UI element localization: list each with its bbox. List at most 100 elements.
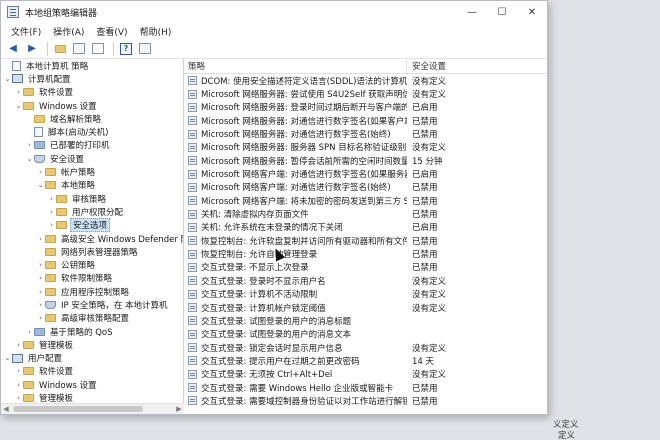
view-icon[interactable]: [137, 41, 153, 57]
tree-item[interactable]: › 软件设置: [1, 86, 183, 99]
table-row[interactable]: 交互式登录: 计算机不活动限制 没有定义: [184, 288, 547, 301]
table-row[interactable]: 交互式登录: 提示用户在过期之前更改密码 14 天: [184, 354, 547, 367]
column-header-policy[interactable]: 策略: [184, 60, 407, 72]
tree-item[interactable]: ⌄ 用户配置: [1, 352, 183, 365]
chevron-down-icon[interactable]: ⌄: [3, 354, 12, 362]
scroll-right-icon[interactable]: ▶: [174, 404, 184, 414]
menu-help[interactable]: 帮助(H): [134, 25, 178, 38]
chevron-right-icon[interactable]: ›: [14, 367, 23, 375]
tree-item[interactable]: › 高级安全 Windows Defender 防: [1, 232, 183, 245]
chevron-right-icon[interactable]: ›: [36, 314, 45, 322]
scrollbar-thumb[interactable]: [13, 406, 143, 412]
chevron-down-icon[interactable]: ⌄: [3, 75, 12, 83]
column-header-setting[interactable]: 安全设置: [407, 60, 547, 72]
minimize-button[interactable]: —: [457, 1, 487, 23]
tree-item[interactable]: › 已部署的打印机: [1, 139, 183, 152]
policy-name: 交互式登录: 登录时不显示用户名: [201, 276, 326, 287]
tree-horizontal-scrollbar[interactable]: ◀ ▶: [1, 403, 184, 414]
chevron-right-icon[interactable]: ›: [36, 261, 45, 269]
chevron-down-icon[interactable]: ⌄: [14, 102, 23, 110]
chevron-right-icon[interactable]: ›: [36, 274, 45, 282]
table-row[interactable]: 交互式登录: 试图登录的用户的消息文本: [184, 328, 547, 341]
forward-arrow-icon[interactable]: ▶: [24, 41, 40, 57]
table-row[interactable]: Microsoft 网络服务器: 服务器 SPN 目标名称验证级别 没有定义: [184, 141, 547, 154]
table-row[interactable]: 交互式登录: 计算机帐户锁定阈值 没有定义: [184, 301, 547, 314]
tree-item[interactable]: › 软件设置: [1, 365, 183, 378]
tree-item[interactable]: › 管理模板: [1, 338, 183, 351]
tree-item[interactable]: › Windows 设置: [1, 378, 183, 391]
chevron-right-icon[interactable]: ›: [47, 221, 56, 229]
scroll-left-icon[interactable]: ◀: [1, 404, 11, 414]
maximize-button[interactable]: ☐: [487, 1, 517, 23]
chevron-right-icon[interactable]: ›: [25, 141, 34, 149]
tree-item[interactable]: › 用户权限分配: [1, 205, 183, 218]
tree-item[interactable]: › 高级审核策略配置: [1, 312, 183, 325]
folder-icon: [23, 101, 34, 110]
menu-view[interactable]: 查看(V): [90, 25, 133, 38]
tree-item[interactable]: ⌄ Windows 设置: [1, 99, 183, 112]
tree-item[interactable]: › IP 安全策略，在 本地计算机: [1, 298, 183, 311]
table-row[interactable]: 交互式登录: 锁定会话时显示用户信息 没有定义: [184, 341, 547, 354]
chevron-right-icon[interactable]: ›: [14, 341, 23, 349]
table-row[interactable]: Microsoft 网络客户端: 对通信进行数字签名(如果服务器允... 已启用: [184, 167, 547, 180]
navigation-tree[interactable]: 本地计算机 策略 ⌄ 计算机配置 › 软件设置 ⌄ Windows 设置 域名解析策略 脚本(启…: [1, 59, 184, 414]
show-hide-tree-icon[interactable]: [71, 41, 87, 57]
table-row[interactable]: Microsoft 网络服务器: 对通信进行数字签名(始终) 已禁用: [184, 127, 547, 140]
tree-item[interactable]: › 公钥策略: [1, 258, 183, 271]
back-arrow-icon[interactable]: ◀: [5, 41, 21, 57]
table-row[interactable]: 交互式登录: 登录时不显示用户名 没有定义: [184, 274, 547, 287]
chevron-right-icon[interactable]: ›: [36, 235, 45, 243]
tree-item[interactable]: ⌄ 本地策略: [1, 179, 183, 192]
table-row[interactable]: 交互式登录: 不显示上次登录 已禁用: [184, 261, 547, 274]
title-bar[interactable]: 本地组策略编辑器 — ☐ ✕: [1, 1, 547, 23]
table-row[interactable]: 交互式登录: 需要域控制器身份验证以对工作站进行解锁 已禁用: [184, 394, 547, 407]
table-row[interactable]: Microsoft 网络客户端: 对通信进行数字签名(始终) 已禁用: [184, 181, 547, 194]
table-row[interactable]: DCOM: 使用安全描述符定义语言(SDDL)语法的计算机启动... 没有定义: [184, 74, 547, 87]
tree-item[interactable]: ⌄ 计算机配置: [1, 72, 183, 85]
chevron-right-icon[interactable]: ›: [36, 288, 45, 296]
tree-item[interactable]: › 帐户策略: [1, 165, 183, 178]
properties-icon[interactable]: [90, 41, 106, 57]
close-button[interactable]: ✕: [517, 1, 547, 23]
table-row[interactable]: Microsoft 网络服务器: 尝试使用 S4U2Self 获取声明信息 没有定…: [184, 87, 547, 100]
help-icon[interactable]: ?: [118, 41, 134, 57]
table-row[interactable]: Microsoft 网络客户端: 将未加密的密码发送到第三方 SMB... 已禁用: [184, 194, 547, 207]
chevron-right-icon[interactable]: ›: [36, 301, 45, 309]
tree-item[interactable]: › 审核策略: [1, 192, 183, 205]
table-row[interactable]: 交互式登录: 试图登录的用户的消息标题: [184, 314, 547, 327]
table-row[interactable]: 交互式登录: 无须按 Ctrl+Alt+Del 没有定义: [184, 368, 547, 381]
table-row[interactable]: Microsoft 网络服务器: 登录时间过期后断开与客户端的连接 已启用: [184, 101, 547, 114]
tree-item[interactable]: ⌄ 安全设置: [1, 152, 183, 165]
menu-action[interactable]: 操作(A): [47, 25, 90, 38]
tree-item-label: 软件限制策略: [61, 274, 113, 285]
chevron-right-icon[interactable]: ›: [14, 394, 23, 402]
table-row[interactable]: 恢复控制台: 允许自动管理登录 已禁用: [184, 247, 547, 260]
policy-name: 交互式登录: 需要 Windows Hello 企业版或智能卡: [201, 383, 394, 394]
table-row[interactable]: 关机: 清除虚拟内存页面文件 已禁用: [184, 207, 547, 220]
tree-item[interactable]: 脚本(启动/关机): [1, 125, 183, 138]
chevron-down-icon[interactable]: ⌄: [25, 155, 34, 163]
tree-item[interactable]: › 基于策略的 QoS: [1, 325, 183, 338]
chevron-right-icon[interactable]: ›: [36, 168, 45, 176]
chevron-right-icon[interactable]: ›: [14, 88, 23, 96]
tree-item[interactable]: 本地计算机 策略: [1, 59, 183, 72]
chevron-down-icon[interactable]: ⌄: [36, 181, 45, 189]
chevron-right-icon[interactable]: ›: [47, 195, 56, 203]
up-folder-icon[interactable]: [52, 41, 68, 57]
chevron-right-icon[interactable]: ›: [14, 381, 23, 389]
chevron-right-icon[interactable]: ›: [25, 328, 34, 336]
tree-item[interactable]: › 安全选项: [1, 218, 183, 233]
table-row[interactable]: Microsoft 网络服务器: 对通信进行数字签名(如果客户端允... 已禁用: [184, 114, 547, 127]
tree-item[interactable]: › 软件限制策略: [1, 272, 183, 285]
table-row[interactable]: 交互式登录: 需要 Windows Hello 企业版或智能卡 已禁用: [184, 381, 547, 394]
menu-file[interactable]: 文件(F): [5, 25, 47, 38]
table-row[interactable]: 关机: 允许系统在未登录的情况下关闭 已启用: [184, 221, 547, 234]
table-row[interactable]: 恢复控制台: 允许软盘复制并访问所有驱动器和所有文件夹 已禁用: [184, 234, 547, 247]
tree-item[interactable]: › 应用程序控制策略: [1, 285, 183, 298]
policy-list[interactable]: 策略 安全设置 DCOM: 使用安全描述符定义语言(SDDL)语法的计算机启动.…: [184, 59, 547, 414]
tree-item[interactable]: 网络列表管理器策略: [1, 245, 183, 258]
tree-item-label: 用户配置: [28, 354, 63, 365]
tree-item[interactable]: 域名解析策略: [1, 112, 183, 125]
chevron-right-icon[interactable]: ›: [47, 208, 56, 216]
table-row[interactable]: Microsoft 网络服务器: 暂停会话前所需的空闲时间数量 15 分钟: [184, 154, 547, 167]
